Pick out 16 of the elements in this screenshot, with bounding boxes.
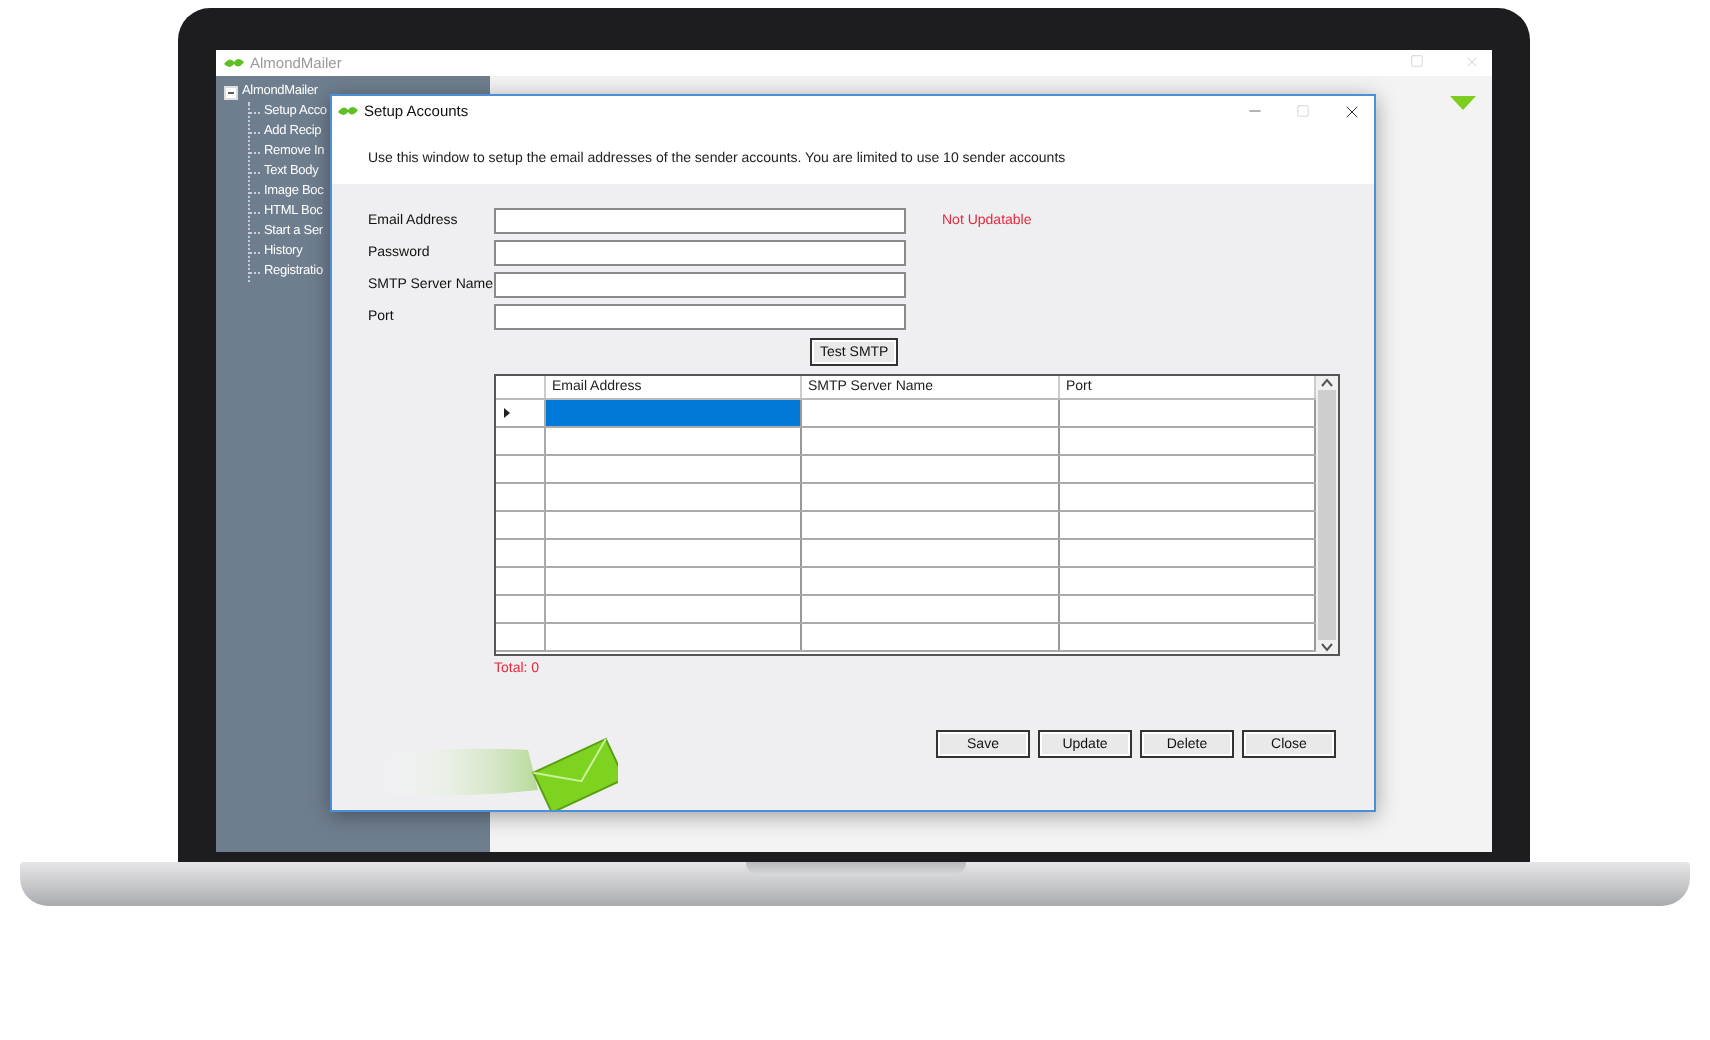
maximize-icon[interactable] (1410, 54, 1424, 68)
input-field[interactable] (494, 208, 906, 234)
triangle-icon (1450, 96, 1476, 110)
input-field[interactable] (494, 240, 906, 266)
leaf-icon (338, 104, 358, 119)
maximize-icon[interactable] (1296, 104, 1310, 119)
table-cell[interactable] (546, 400, 802, 426)
scroll-down-icon[interactable] (1320, 640, 1334, 654)
scrollbar[interactable] (1316, 376, 1338, 654)
close-icon[interactable] (1342, 101, 1362, 122)
collapse-toggle[interactable] (224, 85, 238, 99)
input-field[interactable] (494, 304, 906, 330)
leaf-icon (224, 56, 244, 70)
scroll-up-icon[interactable] (1320, 376, 1334, 390)
current-row-icon (504, 408, 510, 418)
input-field[interactable] (494, 272, 906, 298)
